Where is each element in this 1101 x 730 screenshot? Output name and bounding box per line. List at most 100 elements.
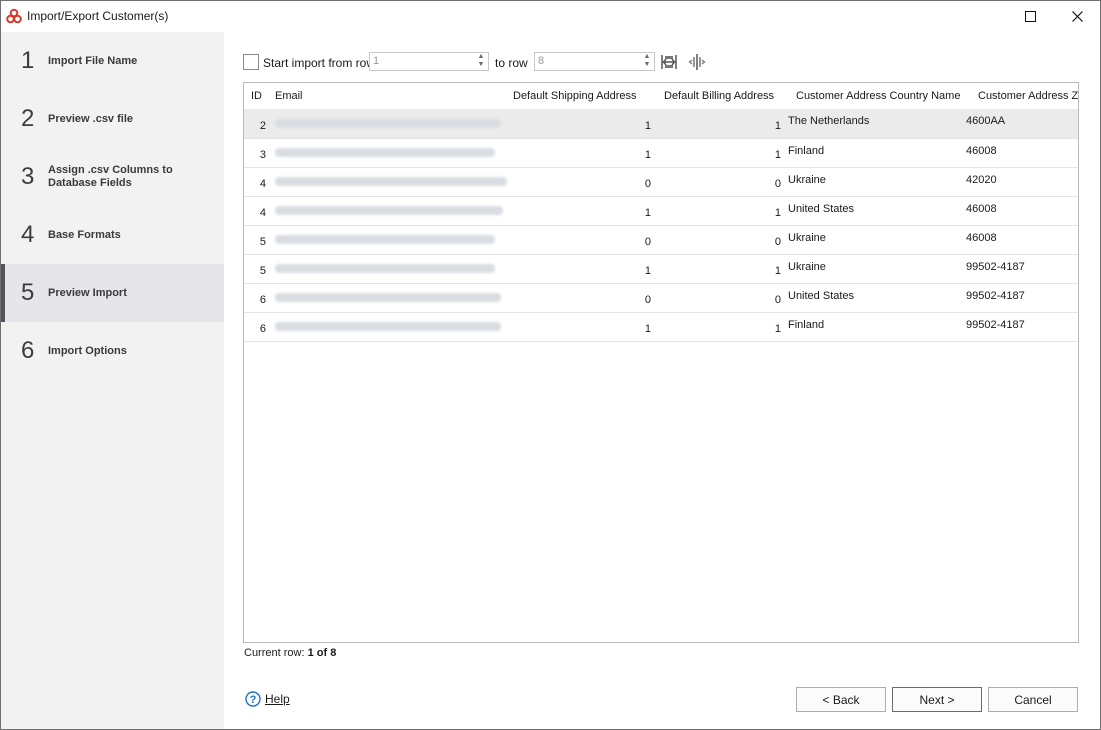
end-row-spinner[interactable]: 8 ▲ ▼ (534, 52, 655, 71)
cell-zip: 42020 (966, 167, 1078, 197)
back-button[interactable]: < Back (796, 687, 886, 712)
cell-country: Ukraine (784, 254, 966, 284)
cell-id: 5 (244, 254, 269, 284)
step-preview-import[interactable]: 5 Preview Import (1, 264, 224, 322)
import-export-window: Import/Export Customer(s) 1 Import File … (0, 0, 1101, 730)
cell-country: United States (784, 283, 966, 313)
cell-billing: 0 (654, 225, 784, 255)
grid-header-row: ID Email Default Shipping Address Defaul… (244, 83, 1078, 109)
start-import-label: Start import from row (263, 56, 376, 70)
end-row-arrows[interactable]: ▲ ▼ (640, 53, 654, 70)
cell-zip: 46008 (966, 196, 1078, 226)
table-row[interactable]: 6 1 1 Finland 99502-4187 (244, 312, 1078, 342)
column-header-country[interactable]: Customer Address Country Name (784, 83, 966, 109)
close-icon (1071, 11, 1083, 22)
step-preview-csv[interactable]: 2 Preview .csv file (1, 90, 224, 148)
cell-email-redacted (269, 225, 509, 255)
app-logo-icon (6, 8, 22, 24)
cell-id: 4 (244, 167, 269, 197)
cell-country: United States (784, 196, 966, 226)
cell-country: Ukraine (784, 225, 966, 255)
step-label: Import Options (48, 344, 127, 357)
preview-table: ID Email Default Shipping Address Defaul… (244, 83, 1078, 342)
step-number: 4 (21, 221, 35, 248)
cell-zip: 4600AA (966, 109, 1078, 139)
help-icon[interactable]: ? (245, 691, 261, 707)
cell-shipping: 1 (509, 109, 654, 139)
cell-shipping: 1 (509, 196, 654, 226)
spin-down-icon[interactable]: ▼ (474, 61, 488, 69)
step-number: 1 (21, 47, 35, 74)
current-row-value: 1 of 8 (307, 647, 337, 659)
column-header-id[interactable]: ID (244, 83, 269, 109)
cell-shipping: 0 (509, 225, 654, 255)
cell-email-redacted (269, 283, 509, 313)
table-row[interactable]: 4 0 0 Ukraine 42020 (244, 167, 1078, 197)
split-columns-icon[interactable] (688, 53, 706, 71)
fit-columns-icon[interactable] (660, 53, 678, 71)
preview-grid[interactable]: ID Email Default Shipping Address Defaul… (243, 82, 1079, 643)
close-button[interactable] (1054, 1, 1100, 32)
step-label: Assign .csv Columns to Database Fields (48, 164, 173, 189)
step-number: 5 (21, 279, 35, 306)
spin-up-icon[interactable]: ▲ (640, 53, 654, 61)
cell-billing: 0 (654, 167, 784, 197)
cell-zip: 99502-4187 (966, 254, 1078, 284)
start-import-checkbox[interactable] (243, 54, 259, 70)
start-row-arrows[interactable]: ▲ ▼ (474, 53, 488, 70)
cell-shipping: 0 (509, 283, 654, 313)
table-row[interactable]: 5 0 0 Ukraine 46008 (244, 225, 1078, 255)
svg-text:?: ? (250, 694, 257, 706)
title-bar: Import/Export Customer(s) (1, 1, 1100, 32)
wizard-steps-sidebar: 1 Import File Name 2 Preview .csv file 3… (1, 32, 224, 729)
cell-shipping: 1 (509, 312, 654, 342)
cell-country: Ukraine (784, 167, 966, 197)
step-base-formats[interactable]: 4 Base Formats (1, 206, 224, 264)
spin-down-icon[interactable]: ▼ (640, 61, 654, 69)
table-row[interactable]: 2 1 1 The Netherlands 4600AA (244, 109, 1078, 139)
step-number: 2 (21, 105, 35, 132)
cell-billing: 1 (654, 138, 784, 168)
table-row[interactable]: 6 0 0 United States 99502-4187 (244, 283, 1078, 313)
maximize-icon (1024, 11, 1036, 22)
cell-email-redacted (269, 138, 509, 168)
start-row-spinner[interactable]: 1 ▲ ▼ (369, 52, 489, 71)
cell-email-redacted (269, 312, 509, 342)
cell-email-redacted (269, 254, 509, 284)
cell-country: The Netherlands (784, 109, 966, 139)
column-header-shipping[interactable]: Default Shipping Address (509, 83, 654, 109)
table-row[interactable]: 4 1 1 United States 46008 (244, 196, 1078, 226)
current-row-status: Current row: 1 of 8 (244, 647, 336, 659)
cell-zip: 99502-4187 (966, 312, 1078, 342)
step-import-file-name[interactable]: 1 Import File Name (1, 32, 224, 90)
cell-zip: 46008 (966, 138, 1078, 168)
help-link[interactable]: Help (265, 692, 290, 706)
cell-billing: 1 (654, 312, 784, 342)
cell-email-redacted (269, 167, 509, 197)
spin-up-icon[interactable]: ▲ (474, 53, 488, 61)
next-button[interactable]: Next > (892, 687, 982, 712)
step-label: Base Formats (48, 228, 121, 241)
maximize-button[interactable] (1007, 1, 1053, 32)
cell-shipping: 0 (509, 167, 654, 197)
cell-billing: 1 (654, 254, 784, 284)
cell-email-redacted (269, 109, 509, 139)
cell-zip: 46008 (966, 225, 1078, 255)
cell-shipping: 1 (509, 254, 654, 284)
step-label: Import File Name (48, 54, 138, 67)
cell-id: 5 (244, 225, 269, 255)
cancel-button[interactable]: Cancel (988, 687, 1078, 712)
to-row-label: to row (495, 56, 528, 70)
column-header-email[interactable]: Email (269, 83, 509, 109)
cell-country: Finland (784, 138, 966, 168)
cell-id: 2 (244, 109, 269, 139)
end-row-value: 8 (538, 55, 545, 67)
table-row[interactable]: 5 1 1 Ukraine 99502-4187 (244, 254, 1078, 284)
step-import-options[interactable]: 6 Import Options (1, 322, 224, 380)
cell-zip: 99502-4187 (966, 283, 1078, 313)
table-row[interactable]: 3 1 1 Finland 46008 (244, 138, 1078, 168)
step-assign-columns[interactable]: 3 Assign .csv Columns to Database Fields (1, 148, 224, 206)
cell-billing: 1 (654, 196, 784, 226)
column-header-billing[interactable]: Default Billing Address (654, 83, 784, 109)
column-header-zip[interactable]: Customer Address Zip (966, 83, 1078, 109)
